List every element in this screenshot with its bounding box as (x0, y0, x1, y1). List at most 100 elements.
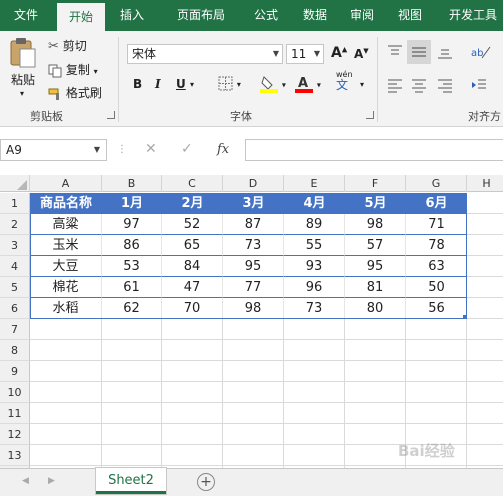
row-header[interactable]: 5 (0, 277, 30, 298)
grow-font-button[interactable]: A▲ (331, 45, 347, 61)
table-header-cell[interactable]: 5月 (345, 193, 406, 214)
align-middle-button[interactable] (407, 40, 431, 64)
table-cell[interactable]: 56 (406, 298, 467, 319)
scroll-right-icon[interactable]: ▶ (48, 476, 55, 486)
align-center-button[interactable] (410, 77, 428, 93)
table-cell[interactable]: 73 (223, 235, 284, 256)
table-cell[interactable]: 93 (284, 256, 345, 277)
table-cell[interactable]: 57 (345, 235, 406, 256)
orientation-button[interactable]: ab (470, 43, 492, 61)
formula-input[interactable] (245, 139, 503, 161)
table-cell[interactable]: 玉米 (30, 235, 102, 256)
row-header[interactable]: 1 (0, 193, 30, 214)
column-header-h[interactable]: H (467, 175, 503, 192)
row-header[interactable]: 13 (0, 445, 30, 466)
table-cell[interactable]: 62 (102, 298, 162, 319)
insert-function-icon[interactable]: fx (217, 142, 229, 157)
italic-button[interactable]: I (155, 77, 161, 91)
font-launcher-icon[interactable] (366, 111, 374, 119)
align-left-button[interactable] (386, 77, 404, 93)
table-cell[interactable]: 大豆 (30, 256, 102, 277)
table-cell[interactable]: 高粱 (30, 214, 102, 235)
column-header-e[interactable]: E (284, 175, 345, 192)
select-all-corner[interactable] (0, 175, 30, 192)
tab-file[interactable]: 文件 (0, 0, 52, 31)
paste-label[interactable]: 粘贴 (11, 71, 35, 88)
phonetic-button[interactable]: wén 文 (336, 70, 353, 92)
table-cell[interactable]: 81 (345, 277, 406, 298)
sheet-tab-sheet2[interactable]: Sheet2 (96, 468, 166, 494)
underline-dropdown-icon[interactable]: ▾ (190, 80, 194, 89)
table-cell[interactable]: 98 (223, 298, 284, 319)
table-cell[interactable]: 63 (406, 256, 467, 277)
table-cell[interactable]: 55 (284, 235, 345, 256)
column-header-a[interactable]: A (30, 175, 102, 192)
tab-home[interactable]: 开始 (57, 3, 105, 31)
row-header[interactable]: 3 (0, 235, 30, 256)
copy-dropdown-icon[interactable]: ▾ (94, 67, 98, 76)
add-sheet-icon[interactable]: + (197, 473, 215, 491)
row-header[interactable]: 10 (0, 382, 30, 403)
row-header[interactable]: 9 (0, 361, 30, 382)
table-cell[interactable]: 52 (162, 214, 223, 235)
table-header-cell[interactable]: 3月 (223, 193, 284, 214)
table-cell[interactable]: 96 (284, 277, 345, 298)
more-options-icon[interactable]: ⋮ (117, 144, 127, 155)
paste-button[interactable] (8, 37, 38, 69)
row-header[interactable]: 11 (0, 403, 30, 424)
cut-button[interactable]: ✂ 剪切 (48, 37, 87, 54)
tab-review[interactable]: 审阅 (338, 0, 386, 31)
table-cell[interactable]: 47 (162, 277, 223, 298)
bold-button[interactable]: B (133, 77, 142, 91)
table-cell[interactable]: 95 (223, 256, 284, 277)
row-header[interactable]: 7 (0, 319, 30, 340)
align-top-button[interactable] (386, 43, 404, 61)
table-cell[interactable]: 78 (406, 235, 467, 256)
table-header-cell[interactable]: 商品名称 (30, 193, 102, 214)
paste-dropdown-icon[interactable]: ▾ (20, 89, 24, 98)
column-header-b[interactable]: B (102, 175, 162, 192)
table-cell[interactable]: 95 (345, 256, 406, 277)
tab-developer[interactable]: 开发工具 (440, 0, 503, 31)
column-header-c[interactable]: C (162, 175, 223, 192)
tab-view[interactable]: 视图 (386, 0, 434, 31)
underline-button[interactable]: U (176, 77, 186, 91)
tab-data[interactable]: 数据 (291, 0, 339, 31)
table-cell[interactable]: 71 (406, 214, 467, 235)
cancel-icon[interactable]: ✕ (145, 141, 157, 157)
column-header-d[interactable]: D (223, 175, 284, 192)
table-cell[interactable]: 水稻 (30, 298, 102, 319)
row-header[interactable]: 2 (0, 214, 30, 235)
row-header[interactable]: 12 (0, 424, 30, 445)
scroll-left-icon[interactable]: ◀ (22, 476, 29, 486)
table-cell[interactable]: 89 (284, 214, 345, 235)
font-name-select[interactable]: 宋体 ▼ (127, 44, 283, 64)
table-header-cell[interactable]: 4月 (284, 193, 345, 214)
table-cell[interactable]: 53 (102, 256, 162, 277)
name-box[interactable]: A9 ▼ (0, 139, 107, 161)
worksheet-grid[interactable]: 1234567891011121314 商品名称1月2月3月4月5月6月高粱97… (0, 193, 503, 487)
indent-button[interactable] (470, 77, 488, 93)
phonetic-dropdown-icon[interactable]: ▾ (360, 80, 364, 89)
table-cell[interactable]: 84 (162, 256, 223, 277)
table-cell[interactable]: 65 (162, 235, 223, 256)
borders-button[interactable]: ▾ (218, 76, 241, 91)
table-cell[interactable]: 86 (102, 235, 162, 256)
table-cell[interactable]: 50 (406, 277, 467, 298)
table-header-cell[interactable]: 2月 (162, 193, 223, 214)
table-cell[interactable]: 61 (102, 277, 162, 298)
table-cell[interactable]: 70 (162, 298, 223, 319)
table-cell[interactable]: 77 (223, 277, 284, 298)
table-cell[interactable]: 98 (345, 214, 406, 235)
format-painter-button[interactable]: 格式刷 (48, 84, 102, 101)
table-header-cell[interactable]: 1月 (102, 193, 162, 214)
align-right-button[interactable] (436, 77, 454, 93)
copy-button[interactable]: 复制 ▾ (48, 61, 98, 78)
enter-check-icon[interactable]: ✓ (181, 141, 193, 157)
font-size-select[interactable]: 11 ▼ (286, 44, 324, 64)
table-cell[interactable]: 80 (345, 298, 406, 319)
column-header-f[interactable]: F (345, 175, 406, 192)
chevron-down-icon[interactable]: ▼ (94, 140, 100, 160)
row-header[interactable]: 4 (0, 256, 30, 277)
align-bottom-button[interactable] (436, 43, 454, 61)
